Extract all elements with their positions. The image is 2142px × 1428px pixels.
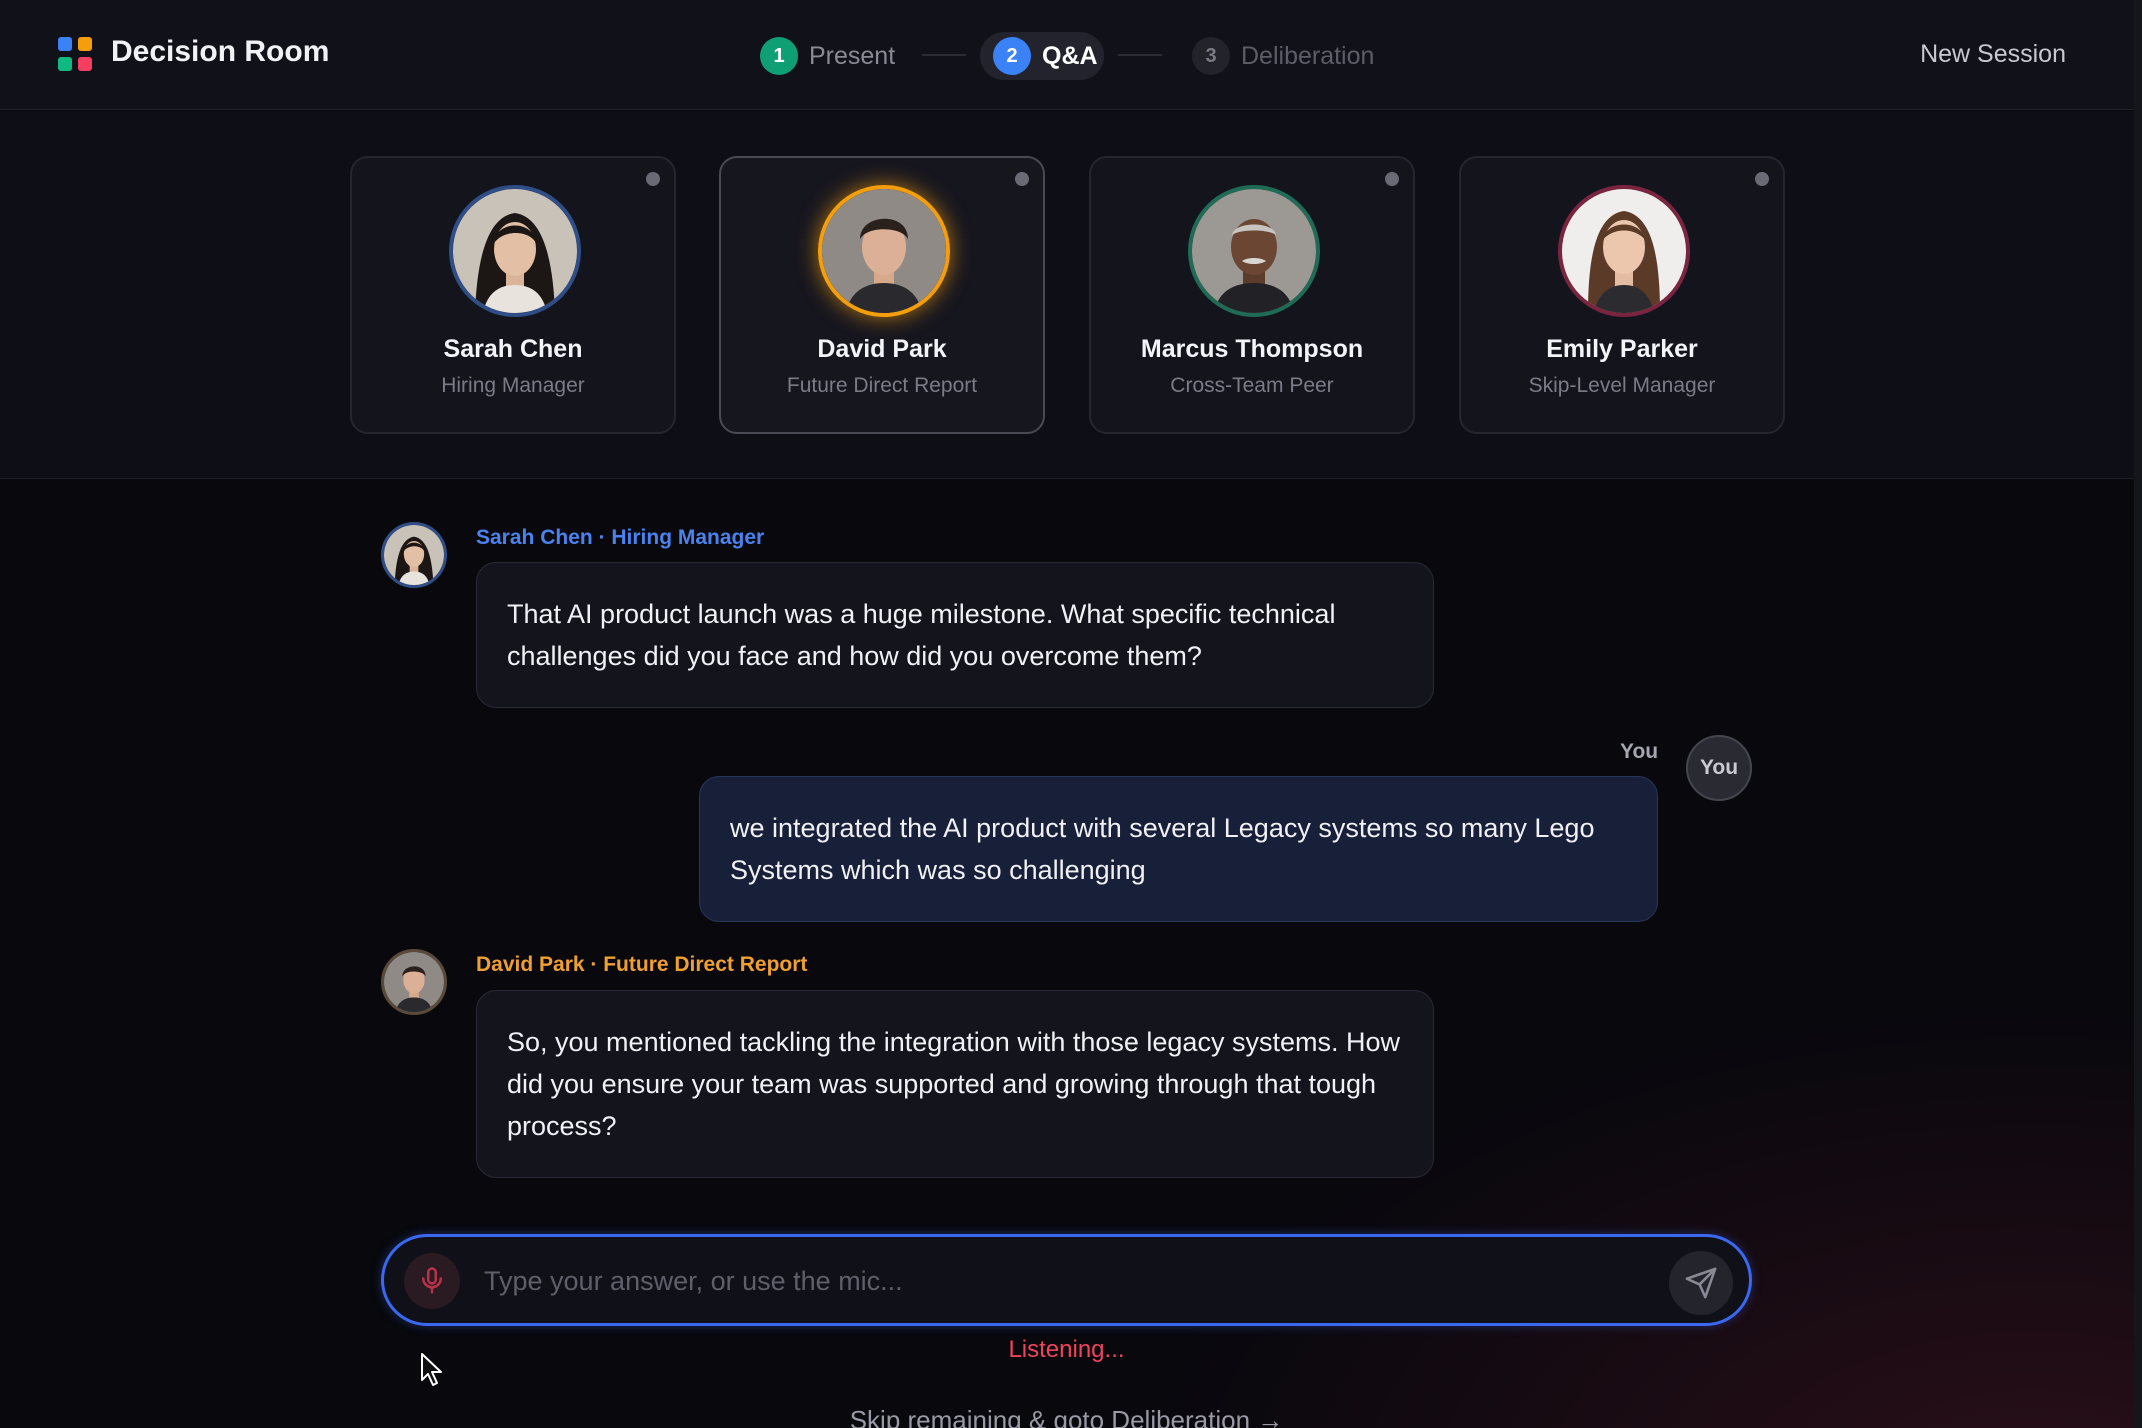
panel-card-sarah-chen[interactable]: Sarah Chen Hiring Manager xyxy=(350,156,676,434)
step-connector xyxy=(922,54,966,56)
send-button[interactable] xyxy=(1669,1251,1733,1315)
panel-card-emily-parker[interactable]: Emily Parker Skip-Level Manager xyxy=(1459,156,1785,434)
panel-member-role: Cross-Team Peer xyxy=(1170,374,1334,397)
scrollbar[interactable] xyxy=(2134,0,2142,1428)
panel-member-role: Hiring Manager xyxy=(441,374,585,397)
panel-member-name: Sarah Chen xyxy=(443,335,583,363)
panel-card-marcus-thompson[interactable]: Marcus Thompson Cross-Team Peer xyxy=(1089,156,1415,434)
skip-to-deliberation-link[interactable]: Skip remaining & goto Deliberation → xyxy=(0,1405,2133,1428)
panel-member-name: David Park xyxy=(817,335,947,363)
app-logo-icon xyxy=(58,37,92,71)
app-root: Decision Room 1 Present 2 Q&A 3 Delibera… xyxy=(0,0,2142,1428)
answer-composer xyxy=(381,1234,1752,1326)
answer-input[interactable] xyxy=(484,1257,1584,1305)
step-label: Q&A xyxy=(1042,41,1098,70)
message-bubble: So, you mentioned tackling the integrati… xyxy=(476,990,1434,1178)
panel-member-name: Emily Parker xyxy=(1546,335,1698,363)
speaker-label: David Park · Future Direct Report xyxy=(476,953,808,976)
speaker-label: Sarah Chen · Hiring Manager xyxy=(476,526,765,549)
avatar xyxy=(818,185,950,317)
send-icon xyxy=(1685,1267,1717,1299)
mic-button[interactable] xyxy=(404,1253,460,1309)
step-connector xyxy=(1118,54,1162,56)
status-dot xyxy=(1755,172,1769,186)
panel-card-david-park[interactable]: David Park Future Direct Report xyxy=(719,156,1045,434)
panel-member-role: Future Direct Report xyxy=(786,374,978,397)
speaker-label: You xyxy=(1620,740,1659,763)
avatar xyxy=(1188,185,1320,317)
panel-member-name: Marcus Thompson xyxy=(1140,335,1364,363)
step-label: Present xyxy=(809,41,896,70)
mouse-cursor-icon xyxy=(421,1353,442,1386)
step-number: 2 xyxy=(993,37,1031,75)
app-title: Decision Room xyxy=(111,35,330,68)
step-number: 3 xyxy=(1192,37,1230,75)
message-bubble: That AI product launch was a huge milest… xyxy=(476,562,1434,708)
status-dot xyxy=(646,172,660,186)
user-avatar: You xyxy=(1686,735,1752,801)
step-label: Deliberation xyxy=(1241,41,1375,70)
panel-members: Sarah Chen Hiring Manager David Park Fut… xyxy=(0,111,2142,479)
new-session-button[interactable]: New Session xyxy=(1920,40,2066,69)
step-present[interactable]: 1 Present xyxy=(760,32,895,80)
step-deliberation[interactable]: 3 Deliberation xyxy=(1192,32,1374,80)
top-bar: Decision Room 1 Present 2 Q&A 3 Delibera… xyxy=(0,0,2142,110)
microphone-icon xyxy=(422,1267,442,1294)
avatar xyxy=(381,949,447,1015)
panel-member-role: Skip-Level Manager xyxy=(1528,374,1716,397)
step-number: 1 xyxy=(760,37,798,75)
step-qa[interactable]: 2 Q&A xyxy=(980,32,1104,80)
listening-status: Listening... xyxy=(1008,1336,1125,1363)
avatar xyxy=(449,185,581,317)
avatar xyxy=(381,522,447,588)
status-dot xyxy=(1385,172,1399,186)
message-bubble: we integrated the AI product with severa… xyxy=(699,776,1658,922)
status-dot xyxy=(1015,172,1029,186)
avatar xyxy=(1558,185,1690,317)
